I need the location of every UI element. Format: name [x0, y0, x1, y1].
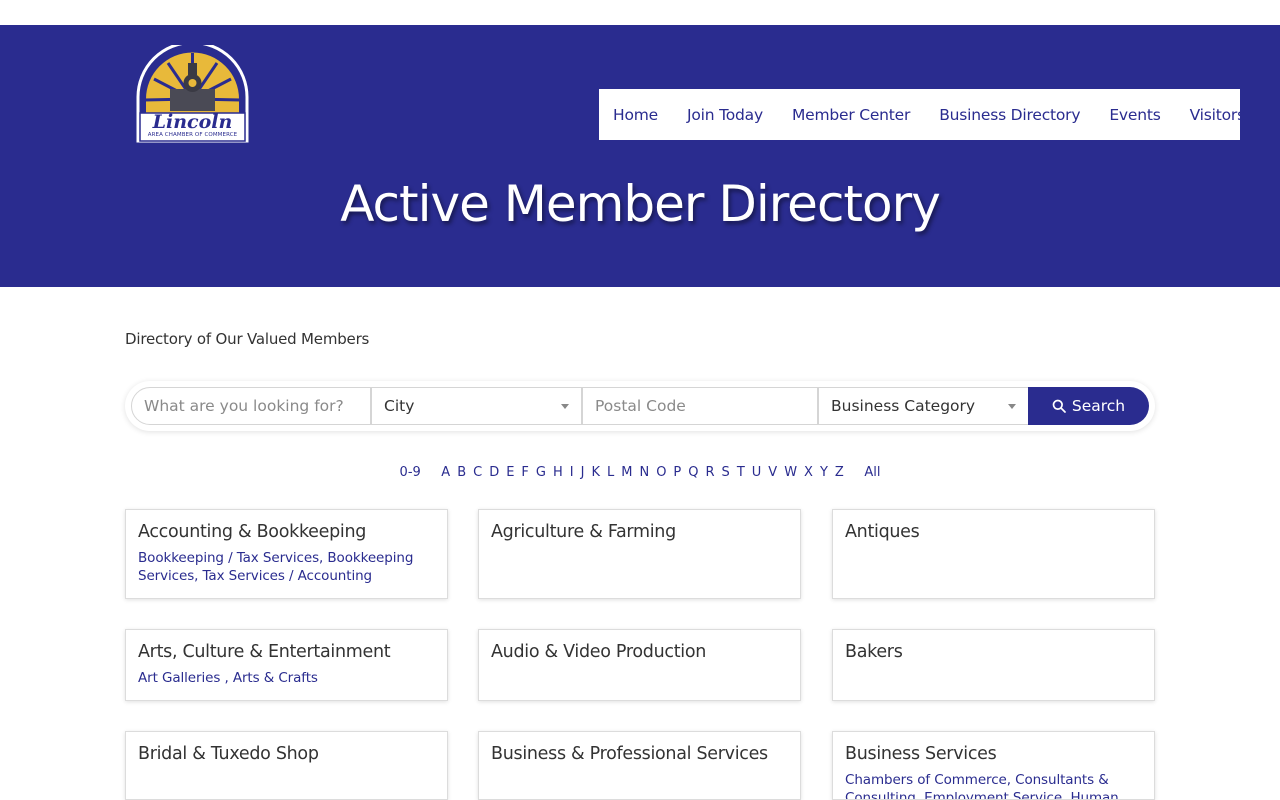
keyword-input[interactable]: What are you looking for?: [131, 387, 371, 425]
nav-business-directory[interactable]: Business Directory: [939, 106, 1080, 124]
alpha-link-e[interactable]: E: [506, 465, 514, 480]
alpha-link-n[interactable]: N: [639, 465, 649, 480]
alpha-link-g[interactable]: G: [536, 465, 546, 480]
alpha-link-p[interactable]: P: [673, 465, 681, 480]
category-title[interactable]: Business & Professional Services: [491, 742, 788, 766]
top-strip: [0, 0, 1280, 25]
alpha-link-k[interactable]: K: [591, 465, 600, 480]
category-title[interactable]: Arts, Culture & Entertainment: [138, 640, 435, 664]
alpha-link-w[interactable]: W: [784, 465, 797, 480]
category-card[interactable]: Business & Professional Services: [478, 731, 801, 800]
category-title[interactable]: Bridal & Tuxedo Shop: [138, 742, 435, 766]
category-select-value: Business Category: [831, 397, 976, 415]
page-title: Active Member Directory: [340, 175, 941, 233]
site-header: Lincoln AREA CHAMBER OF COMMERCE Home Jo…: [0, 25, 1280, 287]
alpha-link-c[interactable]: C: [473, 465, 482, 480]
nav-join-today[interactable]: Join Today: [687, 106, 763, 124]
alpha-link-r[interactable]: R: [706, 465, 715, 480]
alpha-link-all[interactable]: All: [864, 465, 880, 480]
nav-events[interactable]: Events: [1109, 106, 1160, 124]
alpha-link-x[interactable]: X: [804, 465, 813, 480]
category-title[interactable]: Bakers: [845, 640, 1142, 664]
postal-code-input[interactable]: Postal Code: [582, 387, 818, 425]
category-title[interactable]: Business Services: [845, 742, 1142, 766]
alpha-link-h[interactable]: H: [553, 465, 563, 480]
nav-visitors[interactable]: Visitors: [1190, 106, 1246, 124]
category-card[interactable]: Antiques: [832, 509, 1155, 599]
search-bar: What are you looking for? City Postal Co…: [125, 381, 1155, 431]
category-card[interactable]: Audio & Video Production: [478, 629, 801, 701]
subcategory-links[interactable]: Chambers of Commerce, Consultants & Cons…: [845, 771, 1142, 799]
category-card[interactable]: Bakers: [832, 629, 1155, 701]
category-card[interactable]: Accounting & Bookkeeping Bookkeeping / T…: [125, 509, 448, 599]
alpha-link-a[interactable]: A: [441, 465, 450, 480]
page-subtitle: Directory of Our Valued Members: [125, 330, 370, 348]
alpha-link-i[interactable]: I: [570, 465, 574, 480]
alpha-link-v[interactable]: V: [768, 465, 777, 480]
alpha-link-b[interactable]: B: [457, 465, 466, 480]
logo-title: Lincoln: [152, 111, 233, 133]
alpha-link-j[interactable]: J: [581, 465, 585, 480]
nav-member-center[interactable]: Member Center: [792, 106, 910, 124]
search-button[interactable]: Search: [1028, 387, 1149, 425]
category-title[interactable]: Audio & Video Production: [491, 640, 788, 664]
alpha-link-s[interactable]: S: [722, 465, 730, 480]
category-card[interactable]: Arts, Culture & Entertainment Art Galler…: [125, 629, 448, 701]
alpha-link-0-9[interactable]: 0-9: [400, 465, 421, 480]
subcategory-links[interactable]: Art Galleries , Arts & Crafts: [138, 669, 435, 687]
city-caret-icon: [561, 404, 569, 409]
alpha-link-u[interactable]: U: [752, 465, 762, 480]
alpha-link-z[interactable]: Z: [835, 465, 844, 480]
category-title[interactable]: Agriculture & Farming: [491, 520, 788, 544]
alphabet-filter: 0-9 A B C D E F G H I J K L M N O P Q R S T U V W X Y Z All: [0, 465, 1280, 480]
category-title[interactable]: Antiques: [845, 520, 1142, 544]
category-title[interactable]: Accounting & Bookkeeping: [138, 520, 435, 544]
alpha-link-q[interactable]: Q: [688, 465, 698, 480]
main-nav: Home Join Today Member Center Business D…: [599, 89, 1245, 140]
alpha-link-f[interactable]: F: [521, 465, 528, 480]
alpha-link-o[interactable]: O: [656, 465, 666, 480]
category-card[interactable]: Bridal & Tuxedo Shop: [125, 731, 448, 800]
category-card[interactable]: Agriculture & Farming: [478, 509, 801, 599]
chamber-logo[interactable]: Lincoln AREA CHAMBER OF COMMERCE: [134, 41, 251, 143]
logo-subtitle: AREA CHAMBER OF COMMERCE: [147, 132, 238, 138]
alpha-link-y[interactable]: Y: [820, 465, 828, 480]
city-select[interactable]: City: [371, 387, 582, 425]
alpha-link-m[interactable]: M: [621, 465, 632, 480]
alpha-link-l[interactable]: L: [607, 465, 614, 480]
search-button-label: Search: [1071, 397, 1126, 415]
nav-home[interactable]: Home: [613, 106, 658, 124]
business-category-select[interactable]: Business Category: [818, 387, 1029, 425]
alpha-link-d[interactable]: D: [489, 465, 499, 480]
category-caret-icon: [1008, 404, 1016, 409]
search-icon: [1052, 399, 1066, 413]
city-select-value: City: [384, 397, 415, 415]
category-card[interactable]: Business Services Chambers of Commerce, …: [832, 731, 1155, 800]
alpha-link-t[interactable]: T: [737, 465, 745, 480]
subcategory-links[interactable]: Bookkeeping / Tax Services, Bookkeeping …: [138, 549, 435, 585]
